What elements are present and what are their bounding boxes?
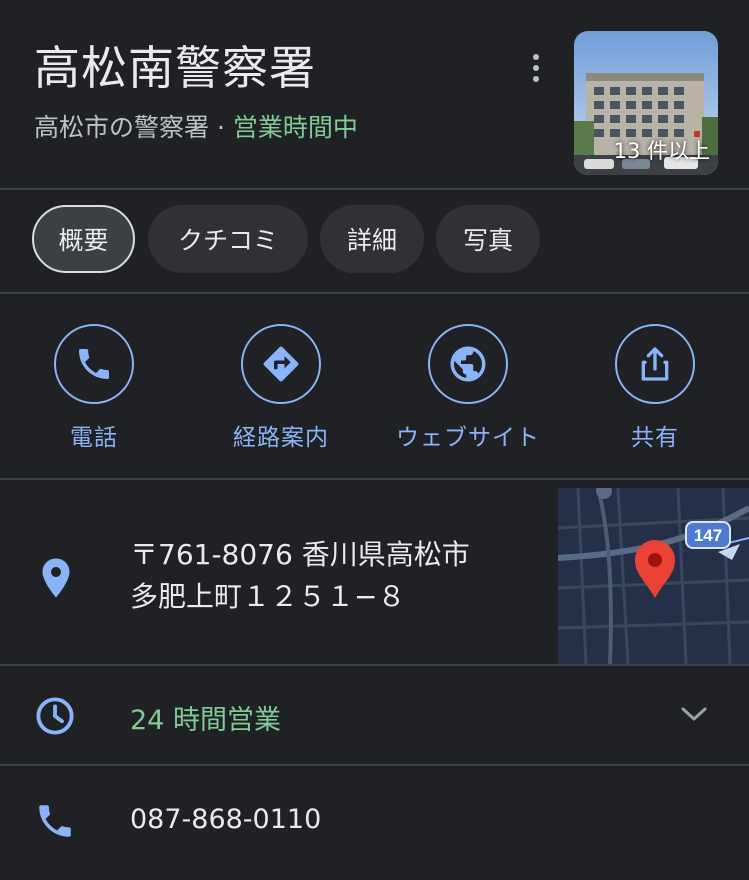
call-button[interactable] <box>54 324 134 404</box>
place-category: 高松市の警察署 <box>34 113 210 142</box>
address-text: 〒761-8076 香川県高松市 多肥上町１２５１−８ <box>130 534 470 618</box>
directions-action[interactable]: 経路案内 <box>196 324 366 452</box>
map-preview: 147 <box>558 488 749 664</box>
website-action[interactable]: ウェブサイト <box>383 324 553 452</box>
clock-icon <box>36 697 74 735</box>
phone-number: 087-868-0110 <box>130 804 322 835</box>
directions-label: 経路案内 <box>233 425 329 451</box>
location-pin-icon <box>42 558 70 598</box>
tab-reviews[interactable]: クチコミ <box>148 205 308 273</box>
hours-row[interactable]: 24 時間営業 <box>0 666 749 764</box>
open-status: 営業時間中 <box>232 113 358 142</box>
directions-icon <box>263 346 299 382</box>
address-row[interactable]: 〒761-8076 香川県高松市 多肥上町１２５１−８ 147 <box>0 480 749 664</box>
share-icon <box>641 347 669 381</box>
photo-count: 13 件以上 <box>613 139 710 163</box>
tab-photos[interactable]: 写真 <box>436 205 540 273</box>
place-subtitle: 高松市の警察署 · 営業時間中 <box>34 108 358 144</box>
address-line-1: 〒761-8076 香川県高松市 <box>130 538 470 571</box>
phone-icon <box>39 805 71 837</box>
call-label: 電話 <box>70 425 118 451</box>
tab-details[interactable]: 詳細 <box>320 205 424 273</box>
tab-overview[interactable]: 概要 <box>32 205 135 273</box>
share-button[interactable] <box>615 324 695 404</box>
place-header: 高松南警察署 高松市の警察署 · 営業時間中 13 件以上 <box>0 0 749 188</box>
address-line-2: 多肥上町１２５１−８ <box>130 580 406 613</box>
share-action[interactable]: 共有 <box>570 324 740 452</box>
place-title: 高松南警察署 <box>34 41 316 95</box>
map-thumbnail[interactable]: 147 <box>558 488 749 664</box>
directions-button[interactable] <box>241 324 321 404</box>
subtitle-separator: · <box>209 113 233 142</box>
more-options-icon[interactable] <box>524 52 548 84</box>
chevron-down-icon[interactable] <box>680 704 708 724</box>
phone-row[interactable]: 087-868-0110 <box>0 770 749 868</box>
hours-text: 24 時間営業 <box>130 705 281 736</box>
phone-icon <box>79 349 109 379</box>
tab-bar: 概要 クチコミ 詳細 写真 <box>0 190 749 292</box>
quick-actions: 電話 経路案内 ウェブサイト 共有 <box>0 294 749 478</box>
place-photo-thumbnail[interactable]: 13 件以上 <box>574 31 718 175</box>
globe-icon <box>450 346 486 382</box>
share-label: 共有 <box>631 425 679 451</box>
call-action[interactable]: 電話 <box>9 324 179 452</box>
website-button[interactable] <box>428 324 508 404</box>
website-label: ウェブサイト <box>396 425 540 451</box>
road-number-badge: 147 <box>694 526 722 545</box>
divider <box>0 764 749 766</box>
